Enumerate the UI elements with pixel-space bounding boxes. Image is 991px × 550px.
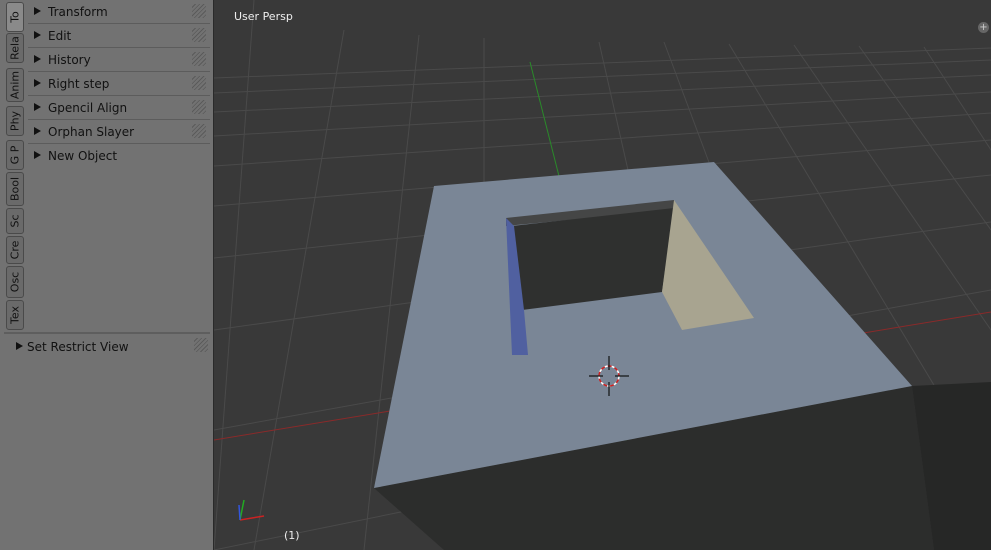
- drag-grip-icon[interactable]: [192, 28, 206, 42]
- expand-arrow-icon: [34, 7, 41, 15]
- drag-grip-icon[interactable]: [192, 100, 206, 114]
- drag-grip-icon[interactable]: [192, 124, 206, 138]
- panel-right-step[interactable]: Right step: [28, 73, 210, 96]
- mesh-object[interactable]: [374, 162, 991, 550]
- tab-tex[interactable]: Tex: [6, 300, 24, 330]
- expand-arrow-icon: [34, 103, 41, 111]
- tab-grease-pencil[interactable]: G P: [6, 140, 24, 170]
- panel-transform[interactable]: Transform: [28, 1, 210, 24]
- view-mode-label: User Persp: [234, 10, 293, 23]
- tab-tools[interactable]: To: [6, 2, 24, 32]
- shelf-divider[interactable]: [4, 332, 210, 334]
- tab-physics[interactable]: Phy: [6, 106, 24, 136]
- expand-arrow-icon: [34, 127, 41, 135]
- drag-grip-icon[interactable]: [192, 52, 206, 66]
- frame-label: (1): [284, 529, 300, 542]
- tab-osc[interactable]: Osc: [6, 266, 24, 298]
- panel-new-object[interactable]: New Object: [28, 145, 210, 168]
- panel-set-restrict-view[interactable]: Set Restrict View: [6, 336, 210, 357]
- tab-create[interactable]: Cre: [6, 236, 24, 264]
- panel-gpencil-align[interactable]: Gpencil Align: [28, 97, 210, 120]
- tab-bool[interactable]: Bool: [6, 172, 24, 206]
- tab-animation[interactable]: Anim: [6, 68, 24, 102]
- tab-sc[interactable]: Sc: [6, 208, 24, 234]
- panel-history[interactable]: History: [28, 49, 210, 72]
- expand-arrow-icon: [34, 31, 41, 39]
- expand-arrow-icon: [34, 55, 41, 63]
- region-toggle-plus-icon[interactable]: +: [978, 22, 989, 33]
- tab-relations[interactable]: Rela: [6, 33, 24, 63]
- expand-arrow-icon: [34, 79, 41, 87]
- expand-arrow-icon: [16, 342, 23, 350]
- expand-arrow-icon: [34, 151, 41, 159]
- panel-orphan-slayer[interactable]: Orphan Slayer: [28, 121, 210, 144]
- drag-grip-icon[interactable]: [194, 338, 208, 352]
- 3d-viewport[interactable]: User Persp (1) +: [214, 0, 991, 550]
- tool-shelf: To Rela Anim Phy G P Bool Sc Cre Osc Tex…: [0, 0, 214, 550]
- viewport-scene: [214, 0, 991, 550]
- tool-shelf-tabs: To Rela Anim Phy G P Bool Sc Cre Osc Tex: [4, 0, 24, 332]
- axis-gizmo-icon: [238, 499, 265, 521]
- drag-grip-icon[interactable]: [192, 4, 206, 18]
- drag-grip-icon[interactable]: [192, 76, 206, 90]
- panel-edit[interactable]: Edit: [28, 25, 210, 48]
